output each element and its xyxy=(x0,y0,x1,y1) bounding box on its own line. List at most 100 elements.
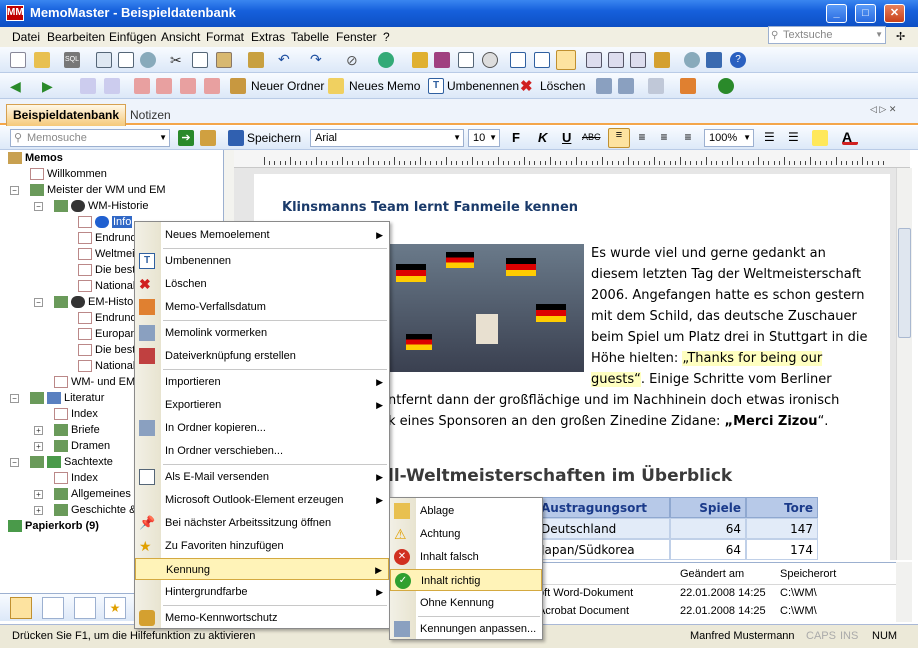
menu-format[interactable]: Format xyxy=(206,30,244,44)
new-folder-icon[interactable] xyxy=(230,78,246,94)
save-icon[interactable] xyxy=(228,130,244,146)
dropdown-arrow-icon[interactable]: ▼ xyxy=(743,130,751,146)
memo-search-input[interactable]: ⚲ Memosuche ▼ xyxy=(10,129,170,147)
menu-send-email[interactable]: Als E-Mail versenden ▶ xyxy=(135,466,389,488)
tree-expand-icon[interactable] xyxy=(104,78,120,94)
go-icon[interactable]: ➔ xyxy=(178,130,194,146)
color-icon[interactable] xyxy=(680,78,696,94)
file-type[interactable]: oft Word-Dokument xyxy=(538,587,633,599)
delete-icon[interactable]: ✖ xyxy=(520,77,536,95)
help-icon[interactable]: ? xyxy=(730,52,746,68)
cut-icon[interactable]: ✂ xyxy=(170,52,186,68)
paste-icon[interactable] xyxy=(216,52,232,68)
tree-item[interactable]: Willkommen xyxy=(30,168,107,181)
tree-item[interactable]: Literatur xyxy=(30,392,104,405)
search-icon[interactable] xyxy=(140,52,156,68)
tools-icon[interactable] xyxy=(200,130,216,146)
tree-item[interactable]: Endrunde xyxy=(78,232,143,245)
monitor-icon[interactable] xyxy=(706,52,722,68)
tree-item[interactable]: Index xyxy=(54,408,98,421)
underline-button[interactable]: U xyxy=(562,130,571,145)
collapse-icon[interactable]: − xyxy=(34,298,43,307)
tree-item[interactable]: EM-Historie xyxy=(54,296,145,309)
new-memo-icon[interactable] xyxy=(328,78,344,94)
tab-scroll-icons[interactable]: ◁ ▷ ✕ xyxy=(870,104,896,115)
move-icon[interactable] xyxy=(630,52,646,68)
numbered-list-icon[interactable]: ☰ xyxy=(764,130,780,146)
attachment-icon[interactable]: ⊘ xyxy=(346,52,362,68)
menu-help[interactable]: ? xyxy=(383,30,390,44)
file-type[interactable]: Acrobat Document xyxy=(538,605,629,617)
menu-memolink[interactable]: Memolink vormerken xyxy=(135,322,389,344)
collapse-icon[interactable]: − xyxy=(34,202,43,211)
close-button[interactable]: ✕ xyxy=(884,4,905,23)
collapse-icon[interactable]: − xyxy=(10,458,19,467)
menu-einfuegen[interactable]: Einfügen xyxy=(109,30,156,44)
format-painter-icon[interactable] xyxy=(248,52,264,68)
collapse-icon[interactable]: − xyxy=(10,394,19,403)
tree-view-icon[interactable] xyxy=(10,597,32,619)
menu-outlook-element[interactable]: Microsoft Outlook-Element erzeugen ▶ xyxy=(135,489,389,511)
tree-trash[interactable]: Papierkorb (9) xyxy=(8,520,99,533)
new-memo-button[interactable]: Neues Memo xyxy=(349,79,420,93)
menu-datei[interactable]: Datei xyxy=(12,30,40,44)
submenu-ablage[interactable]: Ablage xyxy=(390,500,542,522)
font-size-select[interactable]: 10 ▼ xyxy=(468,129,500,147)
strikethrough-button[interactable]: ABC xyxy=(582,132,601,142)
menu-copy-to-folder[interactable]: In Ordner kopieren... xyxy=(135,417,389,439)
favorites-star-icon[interactable]: ★ xyxy=(104,597,126,619)
sort-icon[interactable] xyxy=(134,78,150,94)
file-location[interactable]: C:\WM\ xyxy=(780,587,817,599)
pin-icon[interactable]: ✢ xyxy=(896,30,905,43)
globe-icon[interactable] xyxy=(378,52,394,68)
rename-icon[interactable]: T xyxy=(428,78,444,94)
highlight-icon[interactable] xyxy=(812,130,828,146)
new-document-icon[interactable] xyxy=(10,52,26,68)
tab-notizen[interactable]: Notizen xyxy=(130,108,171,122)
font-select[interactable]: Arial ▼ xyxy=(310,129,464,147)
dropdown-arrow-icon[interactable]: ▼ xyxy=(489,130,497,146)
tree-item[interactable]: Endrunde xyxy=(78,312,143,325)
submenu-inhalt-falsch[interactable]: ✕ Inhalt falsch xyxy=(390,546,542,568)
align-right-icon[interactable]: ≡ xyxy=(656,130,672,146)
dropdown-arrow-icon[interactable]: ▼ xyxy=(159,130,167,146)
tree-icon[interactable] xyxy=(80,78,96,94)
back-icon[interactable]: ◀ xyxy=(10,78,26,94)
menu-export[interactable]: Exportieren ▶ xyxy=(135,394,389,416)
ruler[interactable] xyxy=(234,150,910,168)
expand-icon[interactable]: + xyxy=(34,490,43,499)
zoom-select[interactable]: 100% ▼ xyxy=(704,129,754,147)
menu-open-next-session[interactable]: 📌 Bei nächster Arbeitssitzung öffnen xyxy=(135,512,389,534)
tree-item-selected[interactable]: Info xyxy=(78,216,133,229)
menu-extras[interactable]: Extras xyxy=(251,30,285,44)
sql-icon[interactable]: SQL xyxy=(64,52,80,68)
menu-bearbeiten[interactable]: Bearbeiten xyxy=(47,30,105,44)
filelist-scrollbar[interactable] xyxy=(896,562,912,622)
submenu-customize[interactable]: Kennungen anpassen... xyxy=(390,618,542,640)
calendar-view-icon[interactable] xyxy=(74,597,96,619)
save-button[interactable]: Speichern xyxy=(247,131,301,145)
menu-tabelle[interactable]: Tabelle xyxy=(291,30,329,44)
expand-icon[interactable]: + xyxy=(34,426,43,435)
image-icon[interactable] xyxy=(434,52,450,68)
calendar-icon[interactable] xyxy=(458,52,474,68)
open-folder-icon[interactable] xyxy=(34,52,50,68)
find-icon[interactable] xyxy=(684,52,700,68)
menu-new-memo-element[interactable]: Neues Memoelement ▶ xyxy=(135,224,389,246)
import-icon[interactable] xyxy=(586,52,602,68)
align-left-icon[interactable]: ≡ xyxy=(608,128,630,148)
menu-ansicht[interactable]: Ansicht xyxy=(161,30,200,44)
menu-rename[interactable]: T Umbenennen xyxy=(135,250,389,272)
window-icon[interactable] xyxy=(534,52,550,68)
tree-item[interactable]: Allgemeines xyxy=(54,488,131,501)
tree-item[interactable]: Sachtexte xyxy=(30,456,113,469)
text-search-input[interactable]: ⚲ Textsuche ▼ xyxy=(768,26,886,44)
menu-background-color[interactable]: Hintergrundfarbe ▶ xyxy=(135,581,389,603)
forward-icon[interactable]: ▶ xyxy=(42,78,58,94)
font-color-icon[interactable]: A xyxy=(842,129,858,145)
column-header-modified[interactable]: Geändert am xyxy=(680,568,744,580)
tree-item[interactable]: Briefe xyxy=(54,424,100,437)
sort-down-icon[interactable] xyxy=(180,78,196,94)
export-icon[interactable] xyxy=(608,52,624,68)
menu-add-favorites[interactable]: ★ Zu Favoriten hinzufügen xyxy=(135,535,389,557)
